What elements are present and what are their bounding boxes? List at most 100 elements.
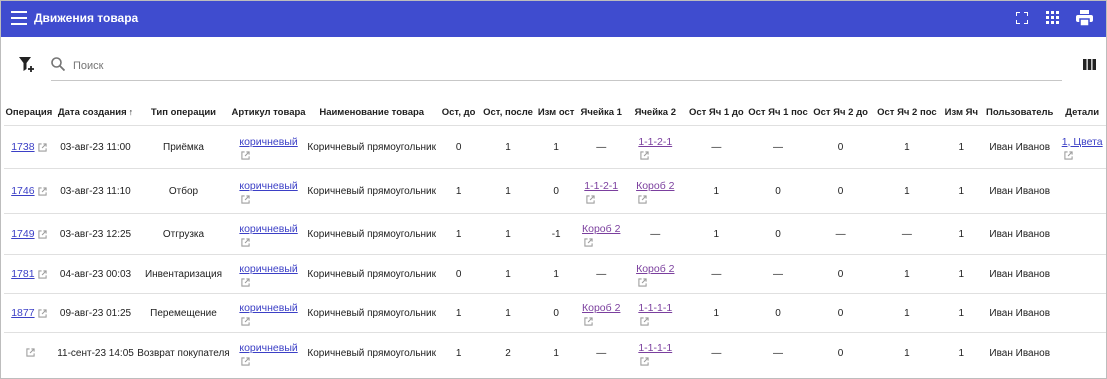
open-external-icon[interactable] bbox=[636, 194, 674, 204]
before-cell: 1 bbox=[436, 332, 482, 373]
open-external-icon[interactable] bbox=[239, 356, 297, 366]
operation-link[interactable]: 1738 bbox=[11, 141, 34, 153]
before-value: 1 bbox=[455, 307, 462, 319]
menu-icon[interactable] bbox=[11, 11, 27, 25]
col-header-cell2-before[interactable]: Ост Яч 2 до bbox=[809, 99, 872, 126]
cell2-after-cell: 1 bbox=[872, 254, 942, 294]
operation-link[interactable]: 1781 bbox=[11, 268, 34, 280]
table-row[interactable]: 1877 09-авг-23 01:25 Перемещение коричневый… bbox=[4, 293, 1106, 333]
cell-diff-cell: 1 bbox=[941, 332, 982, 373]
after-value: 1 bbox=[505, 185, 511, 197]
col-header-after[interactable]: Ост, после bbox=[481, 99, 535, 126]
col-header-details[interactable]: Детали bbox=[1058, 99, 1106, 126]
sku-link[interactable]: коричневый bbox=[239, 342, 297, 354]
open-external-icon[interactable] bbox=[35, 186, 47, 197]
print-icon[interactable] bbox=[1076, 10, 1093, 26]
table-row[interactable]: 1781 04-авг-23 00:03 Инвентаризация коричне… bbox=[4, 254, 1106, 294]
sku-link[interactable]: коричневый bbox=[239, 263, 297, 275]
open-external-icon[interactable] bbox=[23, 348, 35, 359]
details-cell bbox=[1058, 168, 1106, 214]
open-external-icon[interactable] bbox=[35, 269, 47, 280]
open-external-icon[interactable] bbox=[239, 194, 297, 204]
sku-link[interactable]: коричневый bbox=[239, 136, 297, 148]
open-external-icon[interactable] bbox=[239, 316, 297, 326]
table-row[interactable]: 1738 03-авг-23 11:00 Приёмка коричневый Кори… bbox=[4, 125, 1106, 169]
cell2-before-cell: — bbox=[808, 213, 873, 255]
sku-cell: коричневый bbox=[229, 254, 308, 294]
open-external-icon[interactable] bbox=[239, 150, 297, 160]
user-value: Иван Иванов bbox=[989, 307, 1051, 319]
open-external-icon[interactable] bbox=[582, 316, 620, 326]
open-external-icon[interactable] bbox=[239, 237, 297, 247]
sku-link[interactable]: коричневый bbox=[239, 302, 297, 314]
filter-add-icon[interactable] bbox=[19, 57, 37, 73]
col-header-cell1-before[interactable]: Ост Яч 1 до bbox=[686, 99, 748, 126]
open-external-icon[interactable] bbox=[239, 277, 297, 287]
cell-diff-value: 1 bbox=[958, 268, 965, 280]
operation-cell: 1781 bbox=[4, 254, 54, 294]
op-type-value: Отбор bbox=[168, 185, 199, 197]
open-external-icon[interactable] bbox=[35, 308, 47, 319]
cell1-link[interactable]: 1-1-2-1 bbox=[584, 180, 618, 192]
cell2-link[interactable]: 1-1-2-1 bbox=[638, 136, 672, 148]
open-external-icon[interactable] bbox=[35, 142, 47, 153]
cell1-after-value: — bbox=[772, 268, 783, 280]
col-header-name[interactable]: Наименование товара bbox=[307, 99, 436, 126]
open-external-icon[interactable] bbox=[1062, 150, 1103, 160]
details-cell bbox=[1058, 254, 1106, 294]
open-external-icon[interactable] bbox=[35, 229, 47, 240]
cell1-after-cell: — bbox=[747, 332, 809, 373]
operation-link[interactable]: 1746 bbox=[11, 185, 34, 197]
columns-icon[interactable] bbox=[1083, 59, 1096, 70]
apps-grid-icon[interactable] bbox=[1046, 11, 1059, 24]
col-header-cell1-after[interactable]: Ост Яч 1 пос bbox=[747, 99, 809, 126]
app-frame: Движения товара Поиск Операция Дата созд… bbox=[0, 0, 1107, 379]
col-header-op-type[interactable]: Тип операции bbox=[137, 99, 229, 126]
sku-link[interactable]: коричневый bbox=[239, 223, 297, 235]
col-header-cell2-after[interactable]: Ост Яч 2 пос bbox=[872, 99, 941, 126]
cell2-link[interactable]: 1-1-1-1 bbox=[638, 342, 672, 354]
cell1-before-cell: 1 bbox=[685, 168, 748, 214]
col-header-cell2[interactable]: Ячейка 2 bbox=[625, 99, 686, 126]
before-value: 1 bbox=[455, 185, 462, 197]
operation-link[interactable]: 1877 bbox=[11, 307, 34, 319]
after-value: 2 bbox=[505, 347, 511, 359]
col-header-created[interactable]: Дата создания ↑ bbox=[54, 99, 137, 126]
open-external-icon[interactable] bbox=[638, 316, 672, 326]
diff-cell: 0 bbox=[534, 293, 578, 333]
table-row[interactable]: 11-сент-23 14:05 Возврат покупателя коричн… bbox=[4, 332, 1106, 373]
open-external-icon[interactable] bbox=[582, 237, 620, 247]
op-type-cell: Приёмка bbox=[137, 125, 230, 169]
search-input[interactable] bbox=[71, 55, 1035, 77]
open-external-icon[interactable] bbox=[584, 194, 618, 204]
cell2-link[interactable]: 1-1-1-1 bbox=[638, 302, 672, 314]
col-header-operation[interactable]: Операция bbox=[4, 99, 54, 126]
details-link[interactable]: 1, Цвета bbox=[1062, 136, 1103, 148]
fullscreen-icon[interactable] bbox=[1016, 12, 1028, 24]
sku-link[interactable]: коричневый bbox=[239, 180, 297, 192]
sort-asc-icon[interactable]: ↑ bbox=[129, 107, 134, 117]
cell2-link[interactable]: Короб 2 bbox=[636, 180, 674, 192]
col-header-cell-diff[interactable]: Изм Яч bbox=[942, 99, 982, 126]
operation-cell: 1877 bbox=[4, 293, 54, 333]
col-header-user[interactable]: Пользователь bbox=[981, 99, 1058, 126]
cell2-link[interactable]: Короб 2 bbox=[636, 263, 674, 275]
user-cell: Иван Иванов bbox=[981, 254, 1059, 294]
table-row[interactable]: 1746 03-авг-23 11:10 Отбор коричневый Коричн… bbox=[4, 168, 1106, 214]
col-header-before[interactable]: Ост, до bbox=[436, 99, 481, 126]
col-header-sku[interactable]: Артикул товара bbox=[230, 99, 308, 126]
user-cell: Иван Иванов bbox=[981, 125, 1059, 169]
col-header-diff[interactable]: Изм ост bbox=[535, 99, 578, 126]
open-external-icon[interactable] bbox=[638, 356, 672, 366]
cell1-after-value: 0 bbox=[775, 307, 781, 319]
table-row[interactable]: 1749 03-авг-23 12:25 Отгрузка коричневый Кор… bbox=[4, 213, 1106, 255]
col-header-cell1[interactable]: Ячейка 1 bbox=[577, 99, 625, 126]
cell1-link[interactable]: Короб 2 bbox=[582, 302, 620, 314]
cell1-before-value: 1 bbox=[713, 307, 720, 319]
operation-link[interactable]: 1749 bbox=[11, 228, 34, 240]
cell1-after-value: — bbox=[772, 347, 783, 359]
open-external-icon[interactable] bbox=[636, 277, 674, 287]
sku-cell: коричневый bbox=[229, 293, 308, 333]
open-external-icon[interactable] bbox=[638, 150, 672, 160]
cell1-link[interactable]: Короб 2 bbox=[582, 223, 620, 235]
